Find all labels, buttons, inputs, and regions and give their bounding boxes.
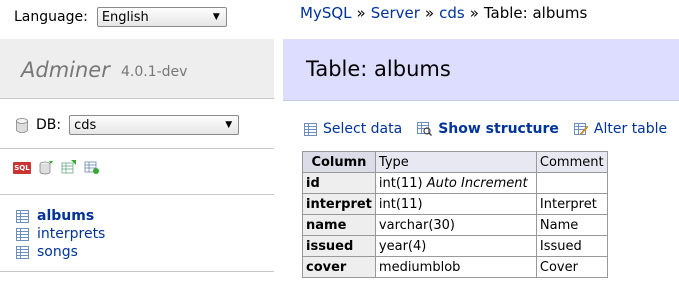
db-select[interactable]: cds ▼ — [69, 115, 240, 135]
table-row: id int(11) Auto Increment — [302, 172, 608, 194]
column-name: interpret — [302, 193, 376, 215]
main-content: MySQL» Server» cds» Table: albums Table: al… — [283, 0, 679, 290]
show-structure-label: Show structure — [438, 121, 559, 137]
table-list-item[interactable]: albums — [16, 207, 105, 225]
select-data-label: Select data — [323, 121, 403, 137]
db-label: DB: — [36, 117, 62, 133]
language-select[interactable]: English ▼ — [96, 7, 227, 27]
table-icon[interactable] — [16, 227, 29, 241]
sidebar: Language: English ▼ Adminer 4.0.1-dev DB… — [0, 0, 274, 290]
edit-table-icon — [573, 123, 588, 136]
breadcrumb-db[interactable]: cds — [439, 4, 465, 22]
table-row: cover mediumblob Cover — [302, 256, 608, 278]
table-list-item[interactable]: songs — [16, 243, 105, 261]
export-icon[interactable] — [60, 160, 77, 175]
page-title: Table: albums — [306, 57, 451, 81]
column-comment — [535, 172, 608, 194]
column-type: year(4) — [374, 235, 537, 257]
type-value: mediumblob — [378, 259, 461, 275]
table-icon[interactable] — [16, 209, 29, 223]
breadcrumb-mysql[interactable]: MySQL — [300, 4, 352, 22]
column-name: cover — [302, 256, 376, 278]
breadcrumb-current: Table: albums — [483, 4, 588, 22]
type-value: year(4) — [378, 238, 427, 254]
divider — [0, 271, 274, 272]
language-row: Language: English ▼ — [14, 7, 227, 27]
alter-table-label: Alter table — [593, 121, 668, 137]
column-comment: Issued — [535, 235, 608, 257]
alter-table-link[interactable]: Alter table — [573, 121, 668, 137]
database-icon — [16, 117, 28, 133]
table-row: interpret int(11) Interpret — [302, 193, 608, 215]
table-icon[interactable] — [16, 245, 29, 259]
language-select-value: English — [101, 9, 149, 25]
structure-icon — [417, 122, 433, 136]
db-select-value: cds — [74, 117, 97, 133]
divider — [0, 148, 274, 149]
dropdown-arrow-icon: ▼ — [225, 120, 233, 130]
table-link[interactable]: albums — [37, 208, 94, 224]
table-row: name varchar(30) Name — [302, 214, 608, 236]
brand-version: 4.0.1-dev — [121, 64, 188, 80]
type-value: int(11) — [378, 175, 423, 191]
column-header: Column — [302, 151, 376, 173]
brand-header: Adminer 4.0.1-dev — [0, 39, 274, 99]
breadcrumb-server[interactable]: Server — [371, 4, 420, 22]
column-comment: Name — [535, 214, 608, 236]
table-link[interactable]: songs — [37, 244, 78, 260]
breadcrumb: MySQL» Server» cds» Table: albums — [300, 4, 587, 22]
table-link[interactable]: interprets — [37, 226, 105, 242]
column-name: id — [302, 172, 376, 194]
divider — [0, 194, 274, 195]
import-icon[interactable] — [37, 160, 54, 175]
dropdown-arrow-icon: ▼ — [212, 12, 220, 22]
column-comment: Interpret — [535, 193, 608, 215]
comment-header: Comment — [535, 151, 608, 173]
select-data-link[interactable]: Select data — [304, 121, 402, 137]
structure-table: Column Type Comment id int(11) Auto Incr… — [302, 151, 608, 278]
column-name: issued — [302, 235, 376, 257]
type-value: int(11) — [378, 196, 423, 212]
breadcrumb-separator: » — [424, 4, 435, 22]
language-label: Language: — [14, 9, 88, 25]
table-icon — [304, 122, 317, 136]
table-actions: Select data Show structure Alter table — [304, 121, 679, 137]
table-list-item[interactable]: interprets — [16, 225, 105, 243]
column-type: mediumblob — [374, 256, 537, 278]
column-type: int(11) Auto Increment — [374, 172, 537, 194]
db-tools: SQL — [13, 160, 100, 175]
column-type: varchar(30) — [374, 214, 537, 236]
table-list: albums interprets songs — [16, 207, 105, 261]
show-structure-link[interactable]: Show structure — [417, 121, 559, 137]
table-row: issued year(4) Issued — [302, 235, 608, 257]
breadcrumb-separator: » — [469, 4, 479, 22]
column-comment: Cover — [535, 256, 608, 278]
sql-command-icon[interactable]: SQL — [13, 162, 31, 174]
table-header-row: Column Type Comment — [302, 151, 608, 173]
type-value: varchar(30) — [378, 217, 456, 233]
create-table-icon[interactable] — [83, 160, 100, 175]
column-type: int(11) — [374, 193, 537, 215]
brand-name[interactable]: Adminer — [21, 58, 110, 82]
column-name: name — [302, 214, 376, 236]
breadcrumb-separator: » — [356, 4, 366, 22]
type-header: Type — [374, 151, 537, 173]
page-title-bar: Table: albums — [283, 39, 679, 101]
db-row: DB: cds ▼ — [16, 115, 240, 135]
type-extra: Auto Increment — [426, 175, 528, 191]
